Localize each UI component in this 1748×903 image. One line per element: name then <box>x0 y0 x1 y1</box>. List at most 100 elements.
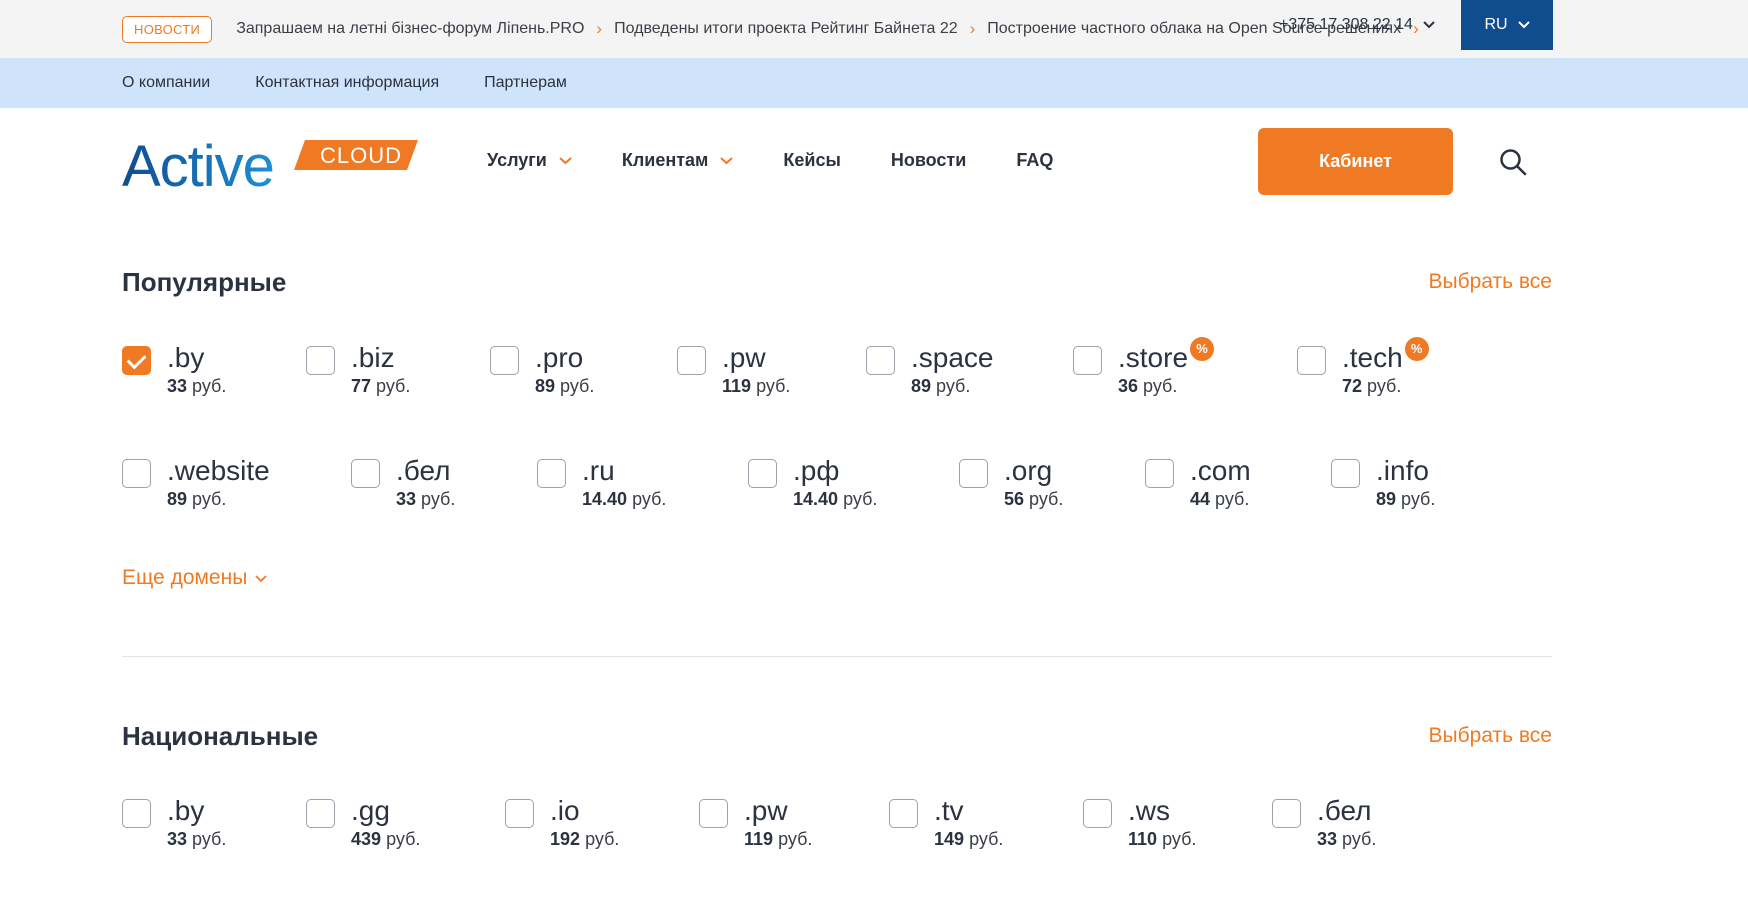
more-domains-link[interactable]: Еще домены <box>122 566 267 590</box>
domain-checkbox[interactable] <box>122 459 151 488</box>
popular-select-all-link[interactable]: Выбрать все <box>1428 270 1552 294</box>
domain-text: .io 192 руб. <box>550 796 619 850</box>
domain-name-text: .gg <box>351 795 390 826</box>
domain-name-text: .info <box>1376 455 1429 486</box>
domain-price: 439 руб. <box>351 829 420 850</box>
logo-image: CLOUD Active <box>122 134 418 199</box>
domain-option[interactable]: .by 33 руб. <box>122 343 226 397</box>
domain-option[interactable]: .gg 439 руб. <box>306 796 420 850</box>
domain-option[interactable]: .tech% 72 руб. <box>1297 337 1429 397</box>
domain-name-text: .org <box>1004 455 1053 486</box>
domain-option[interactable]: .store% 36 руб. <box>1073 337 1215 397</box>
domain-checkbox[interactable] <box>1331 459 1360 488</box>
news-link-text: Запрашаем на летні бізнес-форум Ліпень.P… <box>236 20 585 37</box>
phone-selector[interactable]: +375 17 308 22 14 <box>1279 0 1435 50</box>
domain-option[interactable]: .pro 89 руб. <box>490 343 594 397</box>
domain-price-value: 14.40 <box>582 489 628 509</box>
contacts-link[interactable]: Контактная информация <box>255 74 439 92</box>
language-selector[interactable]: RU <box>1461 0 1553 50</box>
domain-name: .рф <box>793 456 877 486</box>
domain-price-value: 33 <box>167 829 188 849</box>
domain-text: .by 33 руб. <box>167 343 226 397</box>
domain-checkbox[interactable] <box>122 346 151 375</box>
domain-checkbox[interactable] <box>122 799 151 828</box>
news-link[interactable]: Подведены итоги проекта Рейтинг Байнета … <box>614 19 975 39</box>
domain-checkbox[interactable] <box>1145 459 1174 488</box>
domain-price: 119 руб. <box>722 376 790 397</box>
domain-checkbox[interactable] <box>351 459 380 488</box>
language-label: RU <box>1484 16 1508 33</box>
domain-text: .tv 149 руб. <box>934 796 1003 850</box>
domain-price: 33 руб. <box>396 489 455 510</box>
domain-price-value: 33 <box>396 489 417 509</box>
domain-option[interactable]: .бел 33 руб. <box>1272 796 1376 850</box>
domain-option[interactable]: .рф 14.40 руб. <box>748 456 877 510</box>
domain-name: .info <box>1376 456 1435 486</box>
domain-checkbox[interactable] <box>959 459 988 488</box>
search-icon[interactable] <box>1498 147 1528 177</box>
domain-price-unit: руб. <box>1401 489 1436 509</box>
domain-name-text: .pw <box>722 342 766 373</box>
national-select-all-link[interactable]: Выбрать все <box>1428 724 1552 748</box>
domain-option[interactable]: .ru 14.40 руб. <box>537 456 666 510</box>
domain-option[interactable]: .biz 77 руб. <box>306 343 410 397</box>
activecloud-logo[interactable]: CLOUD Active <box>122 130 422 199</box>
partners-link[interactable]: Партнерам <box>484 74 567 92</box>
domain-option[interactable]: .pw 119 руб. <box>699 796 812 850</box>
domain-checkbox[interactable] <box>306 346 335 375</box>
domain-name-text: .space <box>911 342 994 373</box>
domain-checkbox[interactable] <box>677 346 706 375</box>
domain-checkbox[interactable] <box>306 799 335 828</box>
domain-name-text: .pw <box>744 795 788 826</box>
domain-checkbox[interactable] <box>866 346 895 375</box>
domain-name: .pw <box>744 796 812 826</box>
percent-badge-icon: % <box>1404 337 1429 361</box>
domain-price-value: 89 <box>911 376 932 396</box>
domain-checkbox[interactable] <box>1272 799 1301 828</box>
domain-option[interactable]: .com 44 руб. <box>1145 456 1251 510</box>
nav-news[interactable]: Новости <box>891 150 966 171</box>
domain-name: .by <box>167 796 226 826</box>
domain-option[interactable]: .бел 33 руб. <box>351 456 455 510</box>
domain-price: 149 руб. <box>934 829 1003 850</box>
section-divider <box>122 656 1552 657</box>
domain-checkbox[interactable] <box>1083 799 1112 828</box>
nav-faq[interactable]: FAQ <box>1016 150 1053 171</box>
news-badge[interactable]: НОВОСТИ <box>122 15 213 43</box>
domain-option[interactable]: .pw 119 руб. <box>677 343 790 397</box>
domain-price-unit: руб. <box>1029 489 1064 509</box>
domain-name: .ws <box>1128 796 1196 826</box>
domain-price-unit: руб. <box>560 376 595 396</box>
domain-checkbox[interactable] <box>490 346 519 375</box>
domain-checkbox[interactable] <box>889 799 918 828</box>
domain-checkbox[interactable] <box>1073 346 1102 375</box>
nav-services[interactable]: Услуги <box>487 150 572 171</box>
domain-price-value: 89 <box>535 376 556 396</box>
domain-text: .бел 33 руб. <box>1317 796 1376 850</box>
nav-cases[interactable]: Кейсы <box>783 150 840 171</box>
domain-checkbox[interactable] <box>699 799 728 828</box>
news-link[interactable]: Запрашаем на летні бізнес-форум Ліпень.P… <box>236 19 602 39</box>
domain-name: .website <box>167 456 270 486</box>
domain-option[interactable]: .ws 110 руб. <box>1083 796 1196 850</box>
domain-option[interactable]: .tv 149 руб. <box>889 796 1003 850</box>
domain-name: .tech% <box>1342 337 1429 373</box>
domain-price-value: 36 <box>1118 376 1139 396</box>
domain-option[interactable]: .org 56 руб. <box>959 456 1063 510</box>
domain-checkbox[interactable] <box>748 459 777 488</box>
domain-checkbox[interactable] <box>505 799 534 828</box>
domain-option[interactable]: .by 33 руб. <box>122 796 226 850</box>
nav-clients[interactable]: Клиентам <box>622 150 734 171</box>
about-link[interactable]: О компании <box>122 74 210 92</box>
domain-checkbox[interactable] <box>1297 346 1326 375</box>
domain-option[interactable]: .io 192 руб. <box>505 796 619 850</box>
domain-option[interactable]: .info 89 руб. <box>1331 456 1435 510</box>
domain-price-unit: руб. <box>1367 376 1402 396</box>
domain-price: 89 руб. <box>1376 489 1435 510</box>
domain-price: 33 руб. <box>1317 829 1376 850</box>
domain-option[interactable]: .website 89 руб. <box>122 456 270 510</box>
domain-checkbox[interactable] <box>537 459 566 488</box>
domain-name-text: .io <box>550 795 580 826</box>
domain-option[interactable]: .space 89 руб. <box>866 343 994 397</box>
cabinet-button[interactable]: Кабинет <box>1258 128 1453 195</box>
